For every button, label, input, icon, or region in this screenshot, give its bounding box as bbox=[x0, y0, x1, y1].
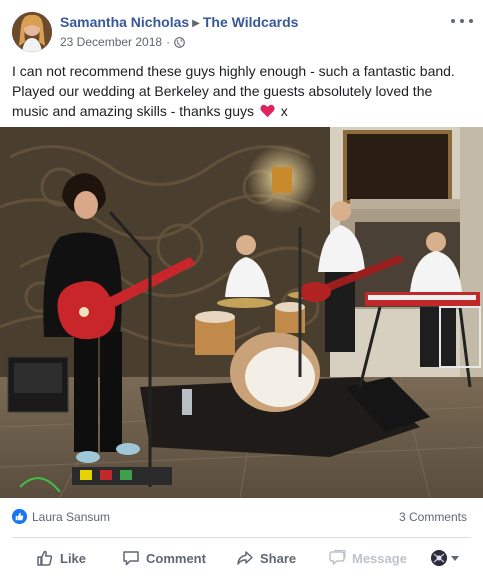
author-avatar[interactable] bbox=[12, 12, 52, 52]
post-message-text: I can not recommend these guys highly en… bbox=[12, 63, 455, 119]
author-name[interactable]: Samantha Nicholas bbox=[60, 14, 189, 30]
post-meta: 23 December 2018 · bbox=[60, 35, 185, 49]
dot bbox=[451, 19, 455, 23]
like-label: Like bbox=[60, 550, 87, 566]
red-heart-emoji bbox=[260, 104, 275, 118]
like-reaction-icon[interactable] bbox=[12, 509, 27, 524]
facebook-post: Samantha Nicholas ▶ The Wildcards 23 Decem… bbox=[0, 0, 483, 578]
meta-separator: · bbox=[166, 35, 171, 49]
band-photo[interactable] bbox=[0, 127, 483, 498]
share-arrow-icon bbox=[237, 551, 253, 565]
message-button[interactable]: Message bbox=[328, 540, 407, 576]
dot bbox=[460, 19, 464, 23]
share-button[interactable]: Share bbox=[236, 540, 296, 576]
like-button[interactable]: Like bbox=[36, 540, 86, 576]
caret-right-icon: ▶ bbox=[192, 18, 200, 29]
message-label: Message bbox=[352, 550, 407, 566]
thumbs-up-icon bbox=[37, 550, 53, 566]
globe-icon[interactable] bbox=[174, 36, 185, 48]
page-avatar bbox=[431, 550, 447, 566]
reactor-name[interactable]: Laura Sansum bbox=[32, 510, 110, 524]
dot bbox=[469, 19, 473, 23]
post-message: I can not recommend these guys highly en… bbox=[12, 61, 472, 121]
share-label: Share bbox=[260, 550, 297, 566]
divider bbox=[12, 537, 471, 538]
post-date[interactable]: 23 December 2018 bbox=[60, 35, 162, 49]
comments-count[interactable]: 3 Comments bbox=[399, 510, 467, 524]
audience-selector[interactable] bbox=[431, 540, 459, 576]
comment-button[interactable]: Comment bbox=[122, 540, 206, 576]
reactions-bar: Laura Sansum 3 Comments bbox=[12, 506, 471, 526]
speech-bubble-icon bbox=[123, 551, 139, 566]
more-options-icon[interactable] bbox=[451, 14, 473, 28]
post-message-suffix: x bbox=[280, 103, 288, 119]
post-header: Samantha Nicholas ▶ The Wildcards 23 Decem… bbox=[12, 12, 473, 54]
page-name[interactable]: The Wildcards bbox=[203, 14, 299, 30]
post-actions: Like Comment Share Message bbox=[0, 540, 483, 576]
chevron-down-icon bbox=[451, 555, 459, 561]
post-author-line: Samantha Nicholas ▶ The Wildcards bbox=[60, 14, 298, 30]
comment-label: Comment bbox=[146, 550, 206, 566]
messenger-icon bbox=[329, 549, 346, 565]
